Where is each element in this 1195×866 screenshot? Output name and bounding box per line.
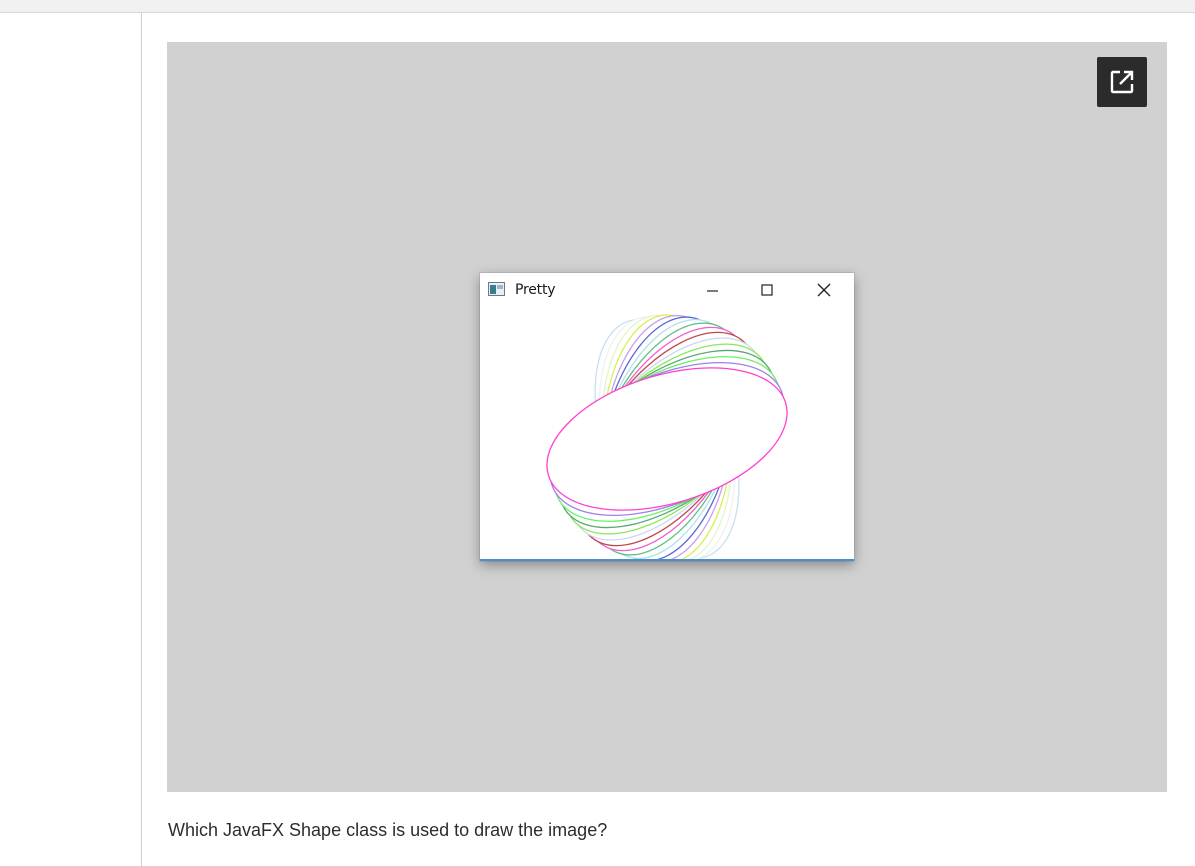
left-divider bbox=[141, 13, 142, 866]
open-in-new-icon bbox=[1110, 70, 1134, 94]
maximize-icon bbox=[761, 284, 773, 296]
minimize-icon bbox=[707, 290, 718, 292]
expand-image-button[interactable] bbox=[1097, 57, 1147, 107]
top-bar bbox=[0, 0, 1195, 13]
window-bottom-border bbox=[480, 559, 854, 561]
close-icon bbox=[817, 283, 831, 297]
app-window-icon bbox=[488, 282, 505, 296]
question-text: Which JavaFX Shape class is used to draw… bbox=[168, 820, 608, 840]
ellipse-drawing bbox=[546, 314, 788, 564]
maximize-button[interactable] bbox=[744, 273, 790, 306]
minimize-button[interactable] bbox=[689, 273, 735, 306]
drawing-canvas bbox=[480, 306, 854, 564]
app-window: Pretty bbox=[480, 273, 854, 564]
close-button[interactable] bbox=[801, 273, 847, 306]
window-titlebar[interactable]: Pretty bbox=[480, 273, 854, 306]
window-title: Pretty bbox=[515, 282, 556, 298]
figure-panel: Pretty bbox=[167, 42, 1167, 792]
